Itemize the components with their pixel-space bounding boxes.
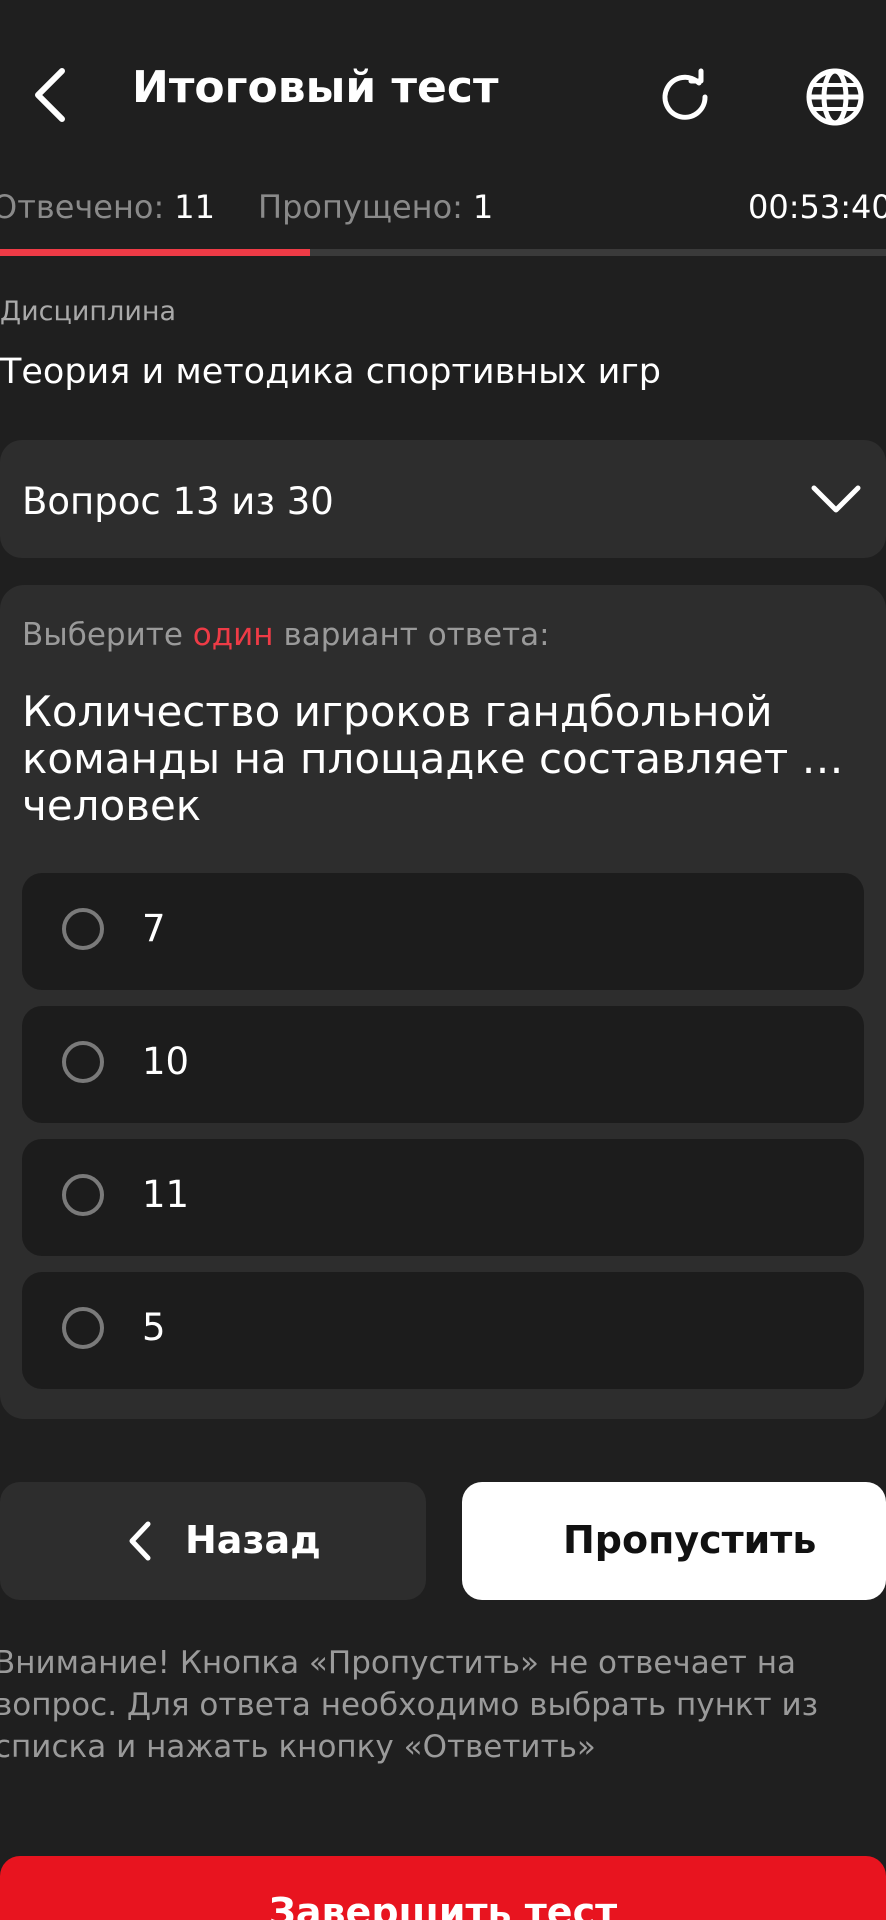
- radio-icon[interactable]: [62, 1041, 104, 1083]
- question-selector-text: Вопрос 13 из 30: [22, 480, 334, 523]
- answer-option[interactable]: 7: [22, 873, 864, 990]
- timer: 00:53:40: [748, 188, 886, 226]
- skipped-stat: Пропущено: 1: [258, 188, 493, 226]
- skipped-label: Пропущено:: [258, 188, 463, 226]
- answer-instruction: Выберите один вариант ответа:: [22, 617, 550, 653]
- skip-button-label: Пропустить: [563, 1518, 817, 1562]
- answer-option[interactable]: 10: [22, 1006, 864, 1123]
- skip-warning: Внимание! Кнопка «Пропустить» не отвечае…: [0, 1645, 819, 1765]
- radio-icon[interactable]: [62, 1174, 104, 1216]
- skipped-value: 1: [472, 188, 494, 226]
- answered-value: 11: [174, 188, 215, 226]
- answered-label: Отвечено:: [0, 188, 165, 226]
- globe-icon: [806, 68, 864, 126]
- radio-icon[interactable]: [62, 1307, 104, 1349]
- refresh-icon: [662, 68, 708, 120]
- answer-option[interactable]: 5: [22, 1272, 864, 1389]
- chevron-down-icon: [811, 485, 861, 513]
- answer-option[interactable]: 11: [22, 1139, 864, 1256]
- instruction-prefix: Выберите: [22, 617, 183, 653]
- chevron-left-icon: [129, 1521, 151, 1561]
- answered-stat: Отвечено: 11: [0, 188, 215, 226]
- chevron-left-icon: [35, 68, 65, 122]
- question-text: Количество игроков гандбольной команды н…: [22, 687, 844, 830]
- answer-option-label: 5: [142, 1306, 166, 1349]
- language-button[interactable]: [800, 62, 870, 132]
- refresh-button[interactable]: [650, 62, 720, 132]
- instruction-accent: один: [192, 617, 274, 653]
- back-nav-label: Назад: [185, 1518, 321, 1562]
- back-button[interactable]: [20, 60, 80, 130]
- answer-option-label: 10: [142, 1040, 190, 1083]
- finish-test-label: Завершить тест: [268, 1890, 618, 1920]
- page-title: Итоговый тест: [132, 62, 499, 113]
- answer-option-label: 7: [142, 907, 166, 950]
- discipline-label: Дисциплина: [0, 296, 177, 327]
- progress-fill: [0, 249, 311, 256]
- instruction-suffix: вариант ответа:: [283, 617, 550, 653]
- answer-option-label: 11: [142, 1173, 190, 1216]
- discipline-name: Теория и методика спортивных игр: [0, 352, 661, 392]
- radio-icon[interactable]: [62, 908, 104, 950]
